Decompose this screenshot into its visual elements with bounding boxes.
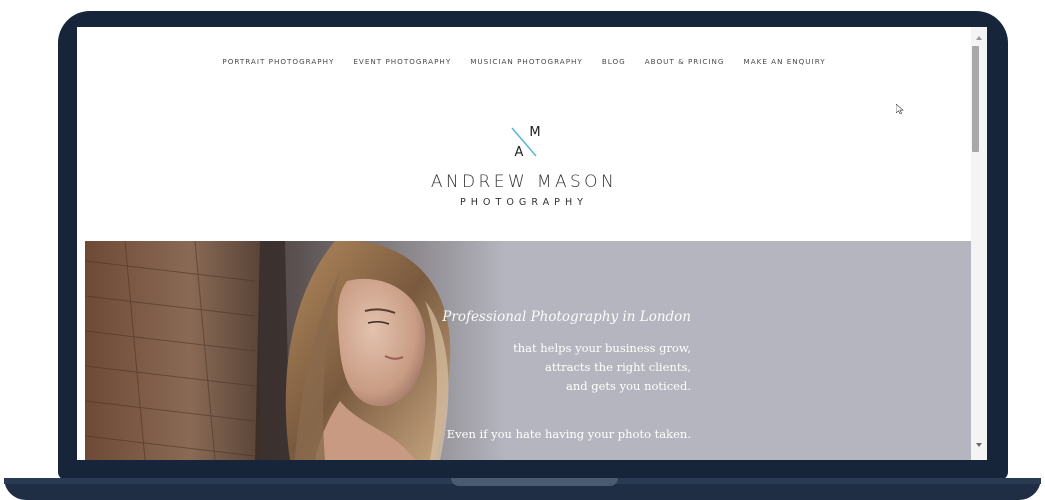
hero-banner: Professional Photography in London that … bbox=[85, 241, 971, 460]
hero-tagline: Even if you hate having your photo taken… bbox=[446, 427, 691, 441]
logo-subtitle: PHOTOGRAPHY bbox=[459, 197, 589, 208]
logo-monogram-icon[interactable]: M A bbox=[505, 124, 547, 160]
laptop-notch bbox=[451, 478, 618, 486]
logo-letter-a: A bbox=[515, 145, 524, 160]
vertical-scrollbar[interactable] bbox=[971, 27, 987, 460]
scroll-up-arrow-icon[interactable] bbox=[976, 36, 982, 40]
nav-blog[interactable]: BLOG bbox=[602, 57, 626, 66]
hero-line: that helps your business grow, bbox=[513, 341, 691, 355]
nav-event-photography[interactable]: EVENT PHOTOGRAPHY bbox=[353, 57, 451, 66]
nav-make-an-enquiry[interactable]: MAKE AN ENQUIRY bbox=[744, 57, 826, 66]
nav-musician-photography[interactable]: MUSICIAN PHOTOGRAPHY bbox=[470, 57, 583, 66]
hero-description: that helps your business grow, attracts … bbox=[442, 339, 691, 396]
hero-copy: Professional Photography in London that … bbox=[442, 307, 691, 396]
hero-title: Professional Photography in London bbox=[442, 309, 691, 325]
logo-letter-m: M bbox=[529, 125, 540, 140]
main-navigation: PORTRAIT PHOTOGRAPHY EVENT PHOTOGRAPHY M… bbox=[77, 57, 971, 66]
mouse-cursor-icon bbox=[896, 104, 904, 114]
browser-viewport: PORTRAIT PHOTOGRAPHY EVENT PHOTOGRAPHY M… bbox=[77, 27, 987, 460]
laptop-base bbox=[4, 478, 1041, 500]
hero-line: attracts the right clients, bbox=[545, 360, 691, 374]
hero-line: and gets you noticed. bbox=[565, 379, 691, 393]
scrollbar-thumb[interactable] bbox=[972, 46, 979, 152]
laptop-mockup: PORTRAIT PHOTOGRAPHY EVENT PHOTOGRAPHY M… bbox=[0, 0, 1045, 500]
scroll-down-arrow-icon[interactable] bbox=[976, 443, 982, 447]
nav-portrait-photography[interactable]: PORTRAIT PHOTOGRAPHY bbox=[222, 57, 334, 66]
nav-about-pricing[interactable]: ABOUT & PRICING bbox=[645, 57, 725, 66]
logo-name[interactable]: ANDREW MASON bbox=[77, 172, 971, 192]
